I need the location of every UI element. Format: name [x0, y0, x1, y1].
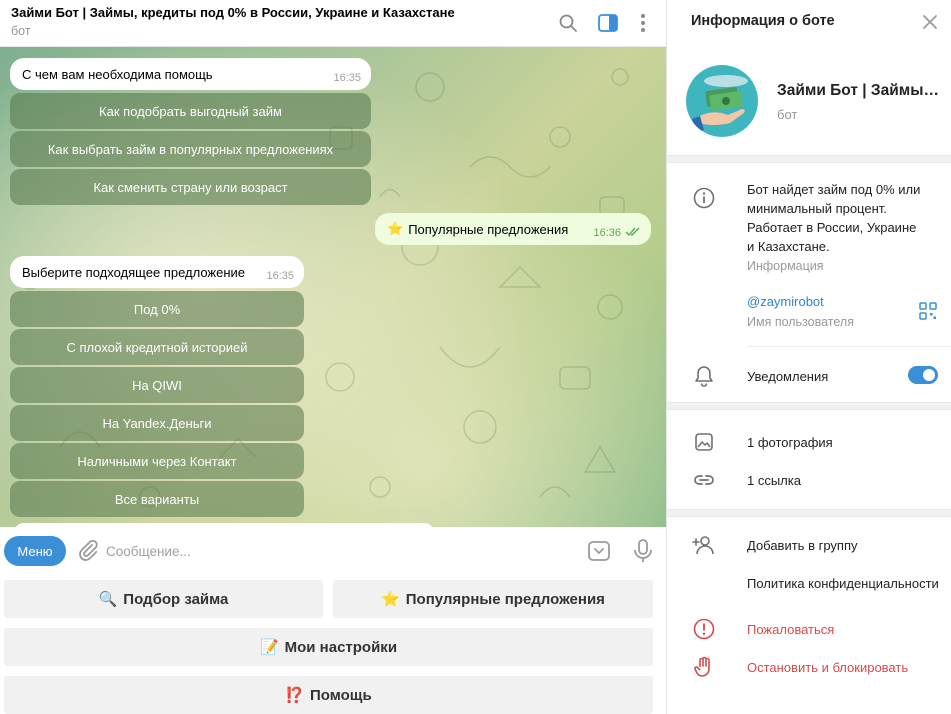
star-emoji-icon: ⭐ — [381, 591, 400, 608]
memo-emoji-icon: 📝 — [259, 639, 279, 656]
bell-icon — [692, 364, 716, 388]
inline-button-how-to-choose[interactable]: Как подобрать выгодный займ — [10, 93, 371, 129]
username-label: Имя пользователя — [747, 315, 854, 329]
sidebar-toggle-icon[interactable] — [596, 11, 620, 35]
bot-name: Займи Бот | Займы, кредиты под 0% в Росс… — [777, 82, 942, 99]
reply-button-popular-offers[interactable]: ⭐ Популярные предложения — [333, 580, 653, 618]
reply-button-my-settings[interactable]: 📝 Мои настройки — [4, 628, 653, 666]
magnifier-emoji-icon: 🔍 — [98, 591, 118, 608]
chat-pane: Займи Бот | Займы, кредиты под 0% в Росс… — [0, 0, 666, 714]
exclamation-question-emoji-icon: ⁉️ — [285, 687, 304, 704]
incoming-message: С чем вам необходима помощь 16:35 — [10, 58, 371, 90]
message-text: С чем вам необходима помощь — [22, 66, 213, 82]
inline-button-bad-credit[interactable]: С плохой кредитной историей — [10, 329, 304, 365]
bot-description: Бот найдет займ под 0% или минимальный п… — [747, 182, 921, 254]
outgoing-message: ⭐ Популярные предложения 16:36 — [375, 213, 651, 245]
inline-button-all-options[interactable]: Все варианты — [10, 481, 304, 517]
money-hand-icon — [692, 75, 748, 133]
reply-button-label: Подбор займа — [123, 590, 229, 608]
row-divider — [747, 346, 951, 347]
bot-type: бот — [777, 107, 798, 122]
photos-count[interactable]: 1 фотография — [747, 435, 833, 450]
inline-button-cash-contact[interactable]: Наличными через Контакт — [10, 443, 304, 479]
search-icon[interactable] — [556, 11, 580, 35]
info-header: Информация о боте — [667, 0, 951, 47]
chat-title[interactable]: Займи Бот | Займы, кредиты под 0% в Росс… — [11, 5, 455, 20]
reply-button-help[interactable]: ⁉️ Помощь — [4, 676, 653, 714]
section-divider — [667, 155, 951, 163]
telegram-window: Займи Бот | Займы, кредиты под 0% в Росс… — [0, 0, 951, 714]
section-divider — [667, 402, 951, 410]
star-emoji-icon: ⭐ — [387, 221, 404, 236]
qr-code-icon[interactable] — [919, 302, 937, 320]
section-divider — [667, 509, 951, 517]
info-icon — [692, 186, 716, 210]
inline-button-qiwi[interactable]: На QIWI — [10, 367, 304, 403]
message-text: Популярные предложения — [408, 221, 569, 237]
bot-info-panel: Информация о боте Займи Бот | Займы, кре… — [666, 0, 951, 714]
reply-button-label: Популярные предложения — [405, 590, 605, 608]
link-icon — [692, 468, 716, 492]
inline-button-change-country[interactable]: Как сменить страну или возраст — [10, 169, 371, 205]
add-to-group-button[interactable]: Добавить в группу — [747, 538, 858, 553]
chat-header: Займи Бот | Займы, кредиты под 0% в Росс… — [0, 0, 666, 47]
description-label: Информация — [747, 259, 824, 273]
menu-button[interactable]: Меню — [4, 536, 66, 566]
mic-icon[interactable] — [631, 538, 655, 564]
message-text: Выберите подходящее предложение — [22, 264, 246, 280]
add-user-icon — [692, 533, 716, 557]
reply-button-label: Помощь — [310, 686, 372, 704]
message-input[interactable] — [106, 539, 566, 563]
notifications-label: Уведомления — [747, 369, 829, 384]
close-icon[interactable] — [920, 12, 940, 32]
inline-button-popular-offers-help[interactable]: Как выбрать займ в популярных предложени… — [10, 131, 371, 167]
stop-hand-icon — [692, 655, 716, 679]
attach-icon[interactable] — [76, 539, 100, 563]
notifications-toggle[interactable] — [908, 366, 938, 384]
reply-button-label: Мои настройки — [284, 638, 398, 656]
message-time: 16:36 — [593, 227, 621, 239]
report-button[interactable]: Пожаловаться — [747, 622, 834, 637]
reply-button-loan-search[interactable]: 🔍 Подбор займа — [4, 580, 323, 618]
photo-icon — [692, 430, 716, 454]
inline-button-yandex[interactable]: На Yandex.Деньги — [10, 405, 304, 441]
message-time: 16:35 — [266, 270, 294, 282]
links-count[interactable]: 1 ссылка — [747, 473, 801, 488]
more-vert-icon[interactable] — [631, 11, 655, 35]
double-check-icon — [625, 227, 640, 237]
bot-username[interactable]: @zaymirobot — [747, 294, 824, 309]
chat-wallpaper: С чем вам необходима помощь 16:35 Как по… — [0, 47, 666, 527]
chat-status: бот — [11, 24, 31, 38]
bot-avatar[interactable] — [686, 65, 758, 137]
inline-button-zero-percent[interactable]: Под 0% — [10, 291, 304, 327]
report-icon — [692, 617, 716, 641]
info-title: Информация о боте — [691, 13, 835, 29]
message-time: 16:35 — [333, 72, 361, 84]
privacy-policy-button[interactable]: Политика конфиденциальности — [747, 576, 947, 591]
composer-bar: Меню — [0, 527, 666, 575]
incoming-message: Выберите подходящее предложение 16:35 — [10, 256, 304, 288]
stop-and-block-button[interactable]: Остановить и блокировать — [747, 660, 908, 675]
keyboard-toggle-icon[interactable] — [587, 539, 611, 563]
